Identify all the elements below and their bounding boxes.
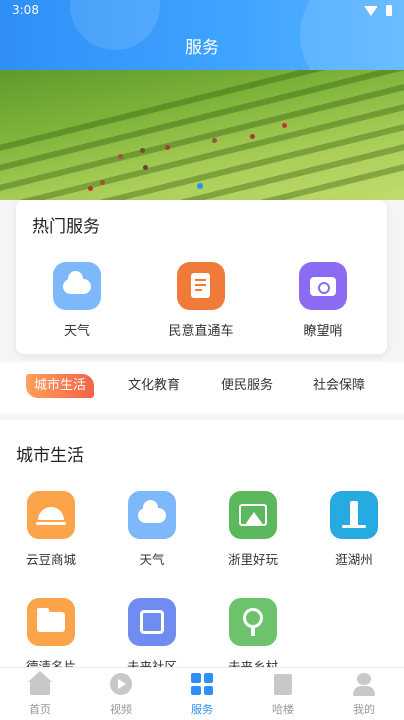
house-icon [128, 598, 176, 646]
weather-cloud-icon [128, 491, 176, 539]
hot-services-title: 热门服务 [32, 217, 100, 237]
service-future-community[interactable]: 未来社区 [107, 598, 197, 675]
service-label: 逛湖州 [335, 552, 373, 567]
hot-service-label: 民意直通车 [168, 324, 234, 339]
folder-card-icon [27, 598, 75, 646]
top-header: 3:08 服务 [0, 0, 404, 70]
hot-service-watchtower[interactable]: 瞭望哨 [283, 262, 363, 339]
play-icon [109, 672, 133, 696]
document-edit-icon [177, 262, 225, 310]
carousel-indicator [197, 183, 203, 189]
nav-home[interactable]: 首页 [0, 671, 80, 717]
nav-services[interactable]: 服务 [162, 672, 242, 717]
nav-label: 我的 [353, 703, 375, 716]
home-icon [28, 671, 52, 696]
battery-icon [386, 5, 392, 16]
weather-cloud-icon [53, 262, 101, 310]
tree-icon [229, 598, 277, 646]
tower-icon [330, 491, 378, 539]
page-title: 服务 [185, 38, 219, 58]
service-visit-huzhou[interactable]: 逛湖州 [309, 491, 399, 568]
nav-label: 哈楼 [272, 703, 294, 716]
status-bar: 3:08 [12, 3, 392, 19]
bottom-navigation: 首页 视频 服务 哈楼 我的 [0, 667, 404, 720]
banner-carousel[interactable] [0, 70, 404, 200]
service-zheli-fun[interactable]: 浙里好玩 [208, 491, 298, 568]
hot-services-card: 热门服务 天气 民意直通车 瞭望哨 [16, 200, 387, 354]
nav-video[interactable]: 视频 [81, 672, 161, 717]
tab-social-security[interactable]: 社会保障 [305, 374, 373, 398]
service-label: 天气 [139, 552, 165, 567]
camera-icon [299, 262, 347, 310]
wifi-icon [364, 5, 378, 16]
city-life-section: 城市生活 云豆商城 天气 浙里好玩 逛湖州 德清名片 未来社区 未来乡村 [0, 420, 404, 675]
category-tabs: 城市生活 文化教育 便民服务 社会保障 [0, 362, 404, 414]
hot-service-label: 天气 [63, 324, 90, 339]
nav-profile[interactable]: 我的 [324, 672, 404, 717]
user-icon [352, 672, 376, 696]
hot-service-label: 瞭望哨 [303, 324, 343, 339]
tab-culture-education[interactable]: 文化教育 [120, 374, 188, 398]
service-future-village[interactable]: 未来乡村 [208, 598, 298, 675]
service-yundou-mall[interactable]: 云豆商城 [6, 491, 96, 568]
service-deqing-card[interactable]: 德清名片 [6, 598, 96, 675]
hot-service-public-opinion[interactable]: 民意直通车 [161, 262, 241, 339]
status-time: 3:08 [12, 3, 39, 17]
cloche-icon [27, 491, 75, 539]
service-weather[interactable]: 天气 [107, 491, 197, 568]
tab-city-life[interactable]: 城市生活 [26, 374, 95, 398]
nav-label: 首页 [29, 703, 51, 716]
building-icon [271, 672, 295, 696]
mountain-picture-icon [229, 491, 277, 539]
hot-service-weather[interactable]: 天气 [37, 262, 117, 339]
grid-icon [190, 672, 214, 696]
nav-halou[interactable]: 哈楼 [243, 672, 323, 717]
service-label: 浙里好玩 [227, 552, 278, 567]
nav-label: 视频 [110, 703, 132, 716]
nav-label: 服务 [191, 703, 213, 716]
service-label: 云豆商城 [25, 552, 76, 567]
tab-convenience-services[interactable]: 便民服务 [213, 374, 281, 398]
section-title: 城市生活 [16, 446, 84, 466]
